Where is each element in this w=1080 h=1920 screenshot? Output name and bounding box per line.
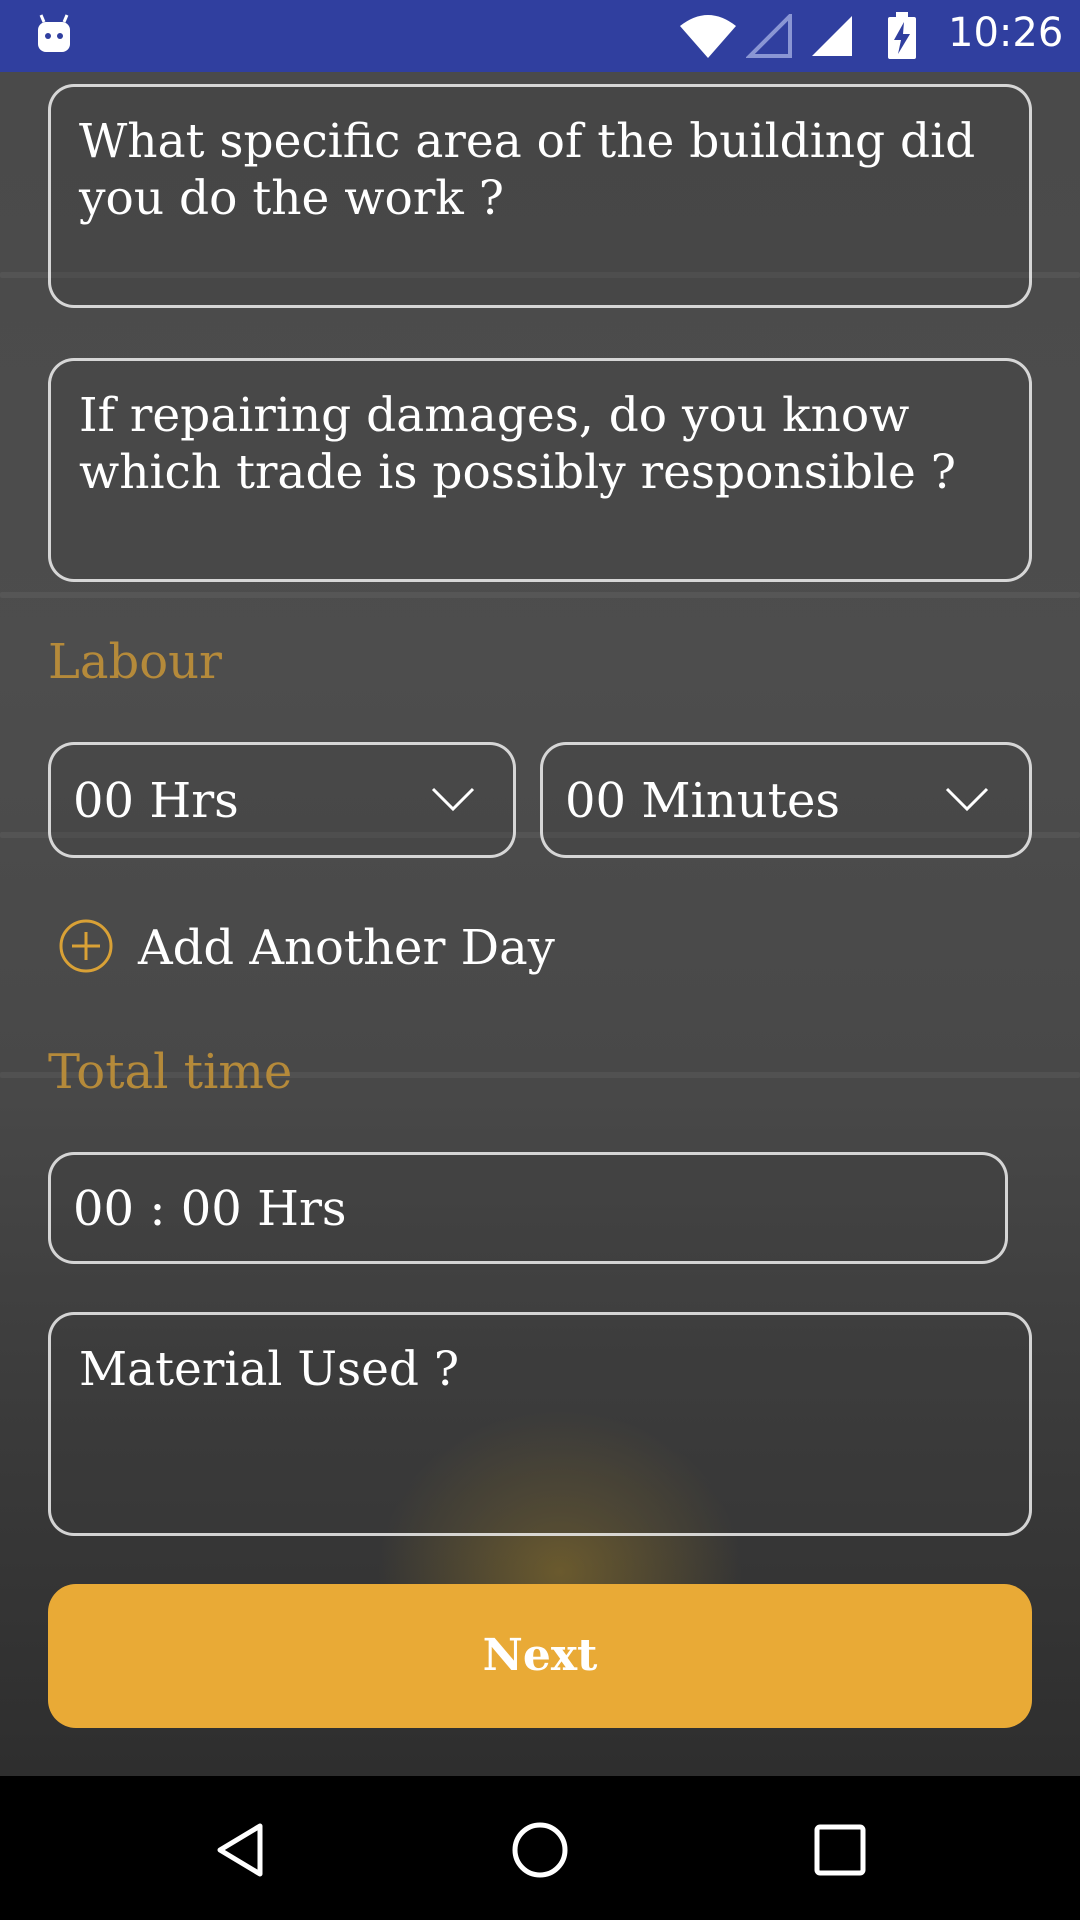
total-time-label: Total time — [48, 1044, 293, 1100]
material-placeholder: Material Used ? — [79, 1342, 460, 1397]
home-icon[interactable] — [510, 1820, 570, 1880]
area-input[interactable]: What specific area of the building did y… — [48, 84, 1032, 308]
material-input[interactable]: Material Used ? — [48, 1312, 1032, 1536]
minutes-dropdown[interactable]: 00 Minutes — [540, 742, 1032, 858]
android-app-icon — [38, 14, 70, 52]
total-time-field: 00 : 00 Hrs — [48, 1152, 1008, 1264]
add-circle-icon — [59, 919, 113, 973]
signal-icon — [812, 16, 852, 56]
navigation-bar — [0, 1776, 1080, 1920]
status-time: 10:26 — [948, 10, 1064, 56]
next-button[interactable]: Next — [48, 1584, 1032, 1728]
background-texture — [0, 592, 1080, 598]
form-content: What specific area of the building did y… — [0, 72, 1080, 1776]
hours-dropdown[interactable]: 00 Hrs — [48, 742, 516, 858]
trade-placeholder: If repairing damages, do you know which … — [79, 388, 956, 500]
recents-icon[interactable] — [810, 1820, 870, 1880]
minutes-value: 00 Minutes — [565, 773, 840, 829]
add-day-label: Add Another Day — [138, 920, 555, 976]
back-icon[interactable] — [210, 1820, 270, 1880]
wifi-icon — [680, 15, 736, 58]
status-bar: 10:26 — [0, 0, 1080, 72]
signal-empty-icon — [746, 14, 792, 58]
chevron-down-icon — [431, 787, 475, 812]
responsible-trade-input[interactable]: If repairing damages, do you know which … — [48, 358, 1032, 582]
area-placeholder: What specific area of the building did y… — [79, 114, 976, 226]
screen: 10:26 What specific area of the building… — [0, 0, 1080, 1920]
labour-label: Labour — [48, 634, 222, 690]
hours-value: 00 Hrs — [73, 773, 239, 829]
battery-charging-icon — [888, 12, 916, 59]
total-time-value: 00 : 00 Hrs — [73, 1181, 347, 1237]
chevron-down-icon — [945, 787, 989, 812]
add-another-day-button[interactable]: Add Another Day — [58, 912, 578, 982]
